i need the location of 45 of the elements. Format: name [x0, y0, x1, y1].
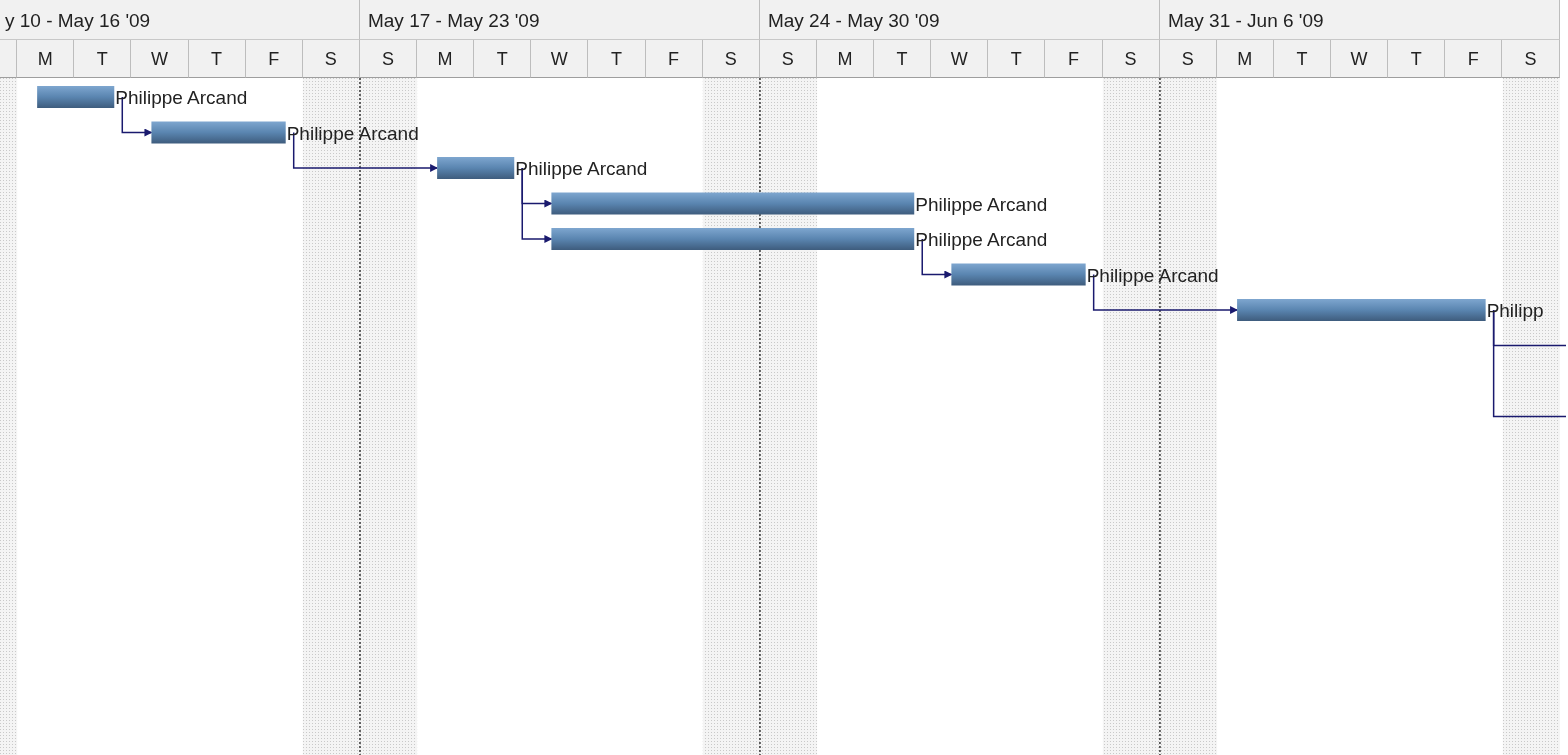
task-bar[interactable]: [551, 228, 915, 250]
resource-label: Philippe Arcand: [915, 193, 1048, 215]
day-header: T: [988, 40, 1046, 78]
week-header: May 17 - May 23 '09: [359, 0, 760, 40]
resource-label: Philippe Arcand: [515, 158, 648, 179]
day-header: F: [1045, 40, 1103, 78]
task-bar[interactable]: [151, 121, 286, 144]
week-header: May 31 - Jun 6 '09: [1159, 0, 1560, 40]
day-header: W: [531, 40, 589, 78]
resource-label: Philippe Arcand: [915, 229, 1048, 250]
day-header: F: [245, 40, 303, 78]
resource-label: Philipp: [1486, 300, 1544, 321]
resource-label: Philippe Arcand: [286, 122, 419, 144]
day-header: T: [74, 40, 132, 78]
day-header: S: [1159, 40, 1217, 78]
day-header: T: [1388, 40, 1446, 78]
day-header: T: [874, 40, 932, 78]
day-header: S: [302, 40, 360, 78]
day-header: T: [474, 40, 532, 78]
day-header: S: [759, 40, 817, 78]
day-header: S: [702, 40, 760, 78]
resource-label: Philippe Arcand: [1086, 264, 1219, 286]
task-bar[interactable]: [551, 192, 915, 215]
resource-label: Philippe Arcand: [115, 87, 248, 108]
day-header: W: [1331, 40, 1389, 78]
day-header: M: [1216, 40, 1274, 78]
day-header: M: [17, 40, 75, 78]
task-bar[interactable]: [1237, 299, 1486, 321]
day-header: F: [645, 40, 703, 78]
week-header: May 24 - May 30 '09: [759, 0, 1160, 40]
day-header: M: [816, 40, 874, 78]
task-bar[interactable]: [951, 263, 1086, 286]
day-header: F: [1445, 40, 1503, 78]
day-header: S: [359, 40, 417, 78]
task-bar[interactable]: [37, 86, 115, 108]
day-header: M: [417, 40, 475, 78]
week-header: y 10 - May 16 '09: [0, 0, 360, 40]
day-header: T: [1273, 40, 1331, 78]
task-bar[interactable]: [437, 157, 515, 179]
day-header: S: [1102, 40, 1160, 78]
day-header: T: [588, 40, 646, 78]
day-header: W: [931, 40, 989, 78]
day-header: T: [188, 40, 246, 78]
day-header: W: [131, 40, 189, 78]
day-header: S: [1502, 40, 1560, 78]
